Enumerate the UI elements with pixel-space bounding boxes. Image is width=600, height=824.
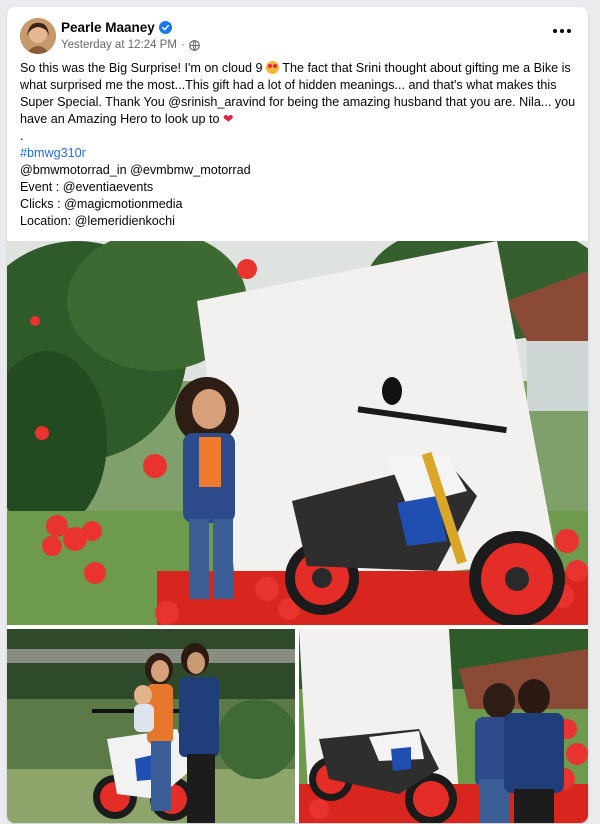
- mentions-line[interactable]: @bmwmotorrad_in @evmbmw_motorrad: [20, 162, 578, 179]
- post-header: Pearle Maaney Yesterday at 12:24 PM ·: [7, 7, 588, 57]
- post-caption: So this was the Big Surprise! I'm on clo…: [20, 60, 578, 128]
- dot-line: .: [20, 129, 24, 143]
- more-options-icon[interactable]: [550, 23, 574, 39]
- author-row: Pearle Maaney: [61, 20, 172, 35]
- hashtag-link[interactable]: #bmwg310r: [20, 145, 578, 162]
- avatar[interactable]: [20, 18, 56, 54]
- meta-separator: ·: [180, 39, 185, 51]
- post-card: Pearle Maaney Yesterday at 12:24 PM · So…: [7, 7, 588, 823]
- hug-photo[interactable]: [299, 629, 588, 823]
- author-name[interactable]: Pearle Maaney: [61, 20, 155, 35]
- post-meta: Yesterday at 12:24 PM ·: [61, 39, 200, 51]
- post-timestamp[interactable]: Yesterday at 12:24 PM: [61, 39, 177, 51]
- event-line[interactable]: Event : @eventiaevents: [20, 179, 578, 196]
- clicks-line[interactable]: Clicks : @magicmotionmedia: [20, 196, 578, 213]
- verified-badge-icon: [158, 21, 172, 34]
- heart-eyes-emoji-icon: [266, 61, 280, 74]
- family-photo[interactable]: [7, 629, 295, 823]
- caption-text-start: So this was the Big Surprise! I'm on clo…: [20, 61, 263, 75]
- globe-icon[interactable]: [188, 39, 200, 51]
- main-photo[interactable]: [7, 241, 588, 625]
- heart-emoji-icon: ❤: [223, 112, 234, 126]
- post-body: So this was the Big Surprise! I'm on clo…: [20, 60, 578, 230]
- location-line[interactable]: Location: @lemeridienkochi: [20, 213, 578, 230]
